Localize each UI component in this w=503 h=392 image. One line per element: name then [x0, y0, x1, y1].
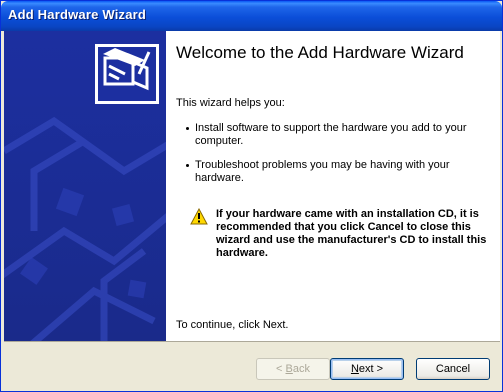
next-button-rest: ext >: [358, 363, 384, 375]
continue-text: To continue, click Next.: [176, 319, 289, 331]
button-bar: < Back Next > Cancel: [4, 341, 500, 391]
side-panel: [4, 31, 166, 341]
list-item: Troubleshoot problems you may be having …: [186, 159, 490, 185]
list-item: Install software to support the hardware…: [186, 122, 490, 148]
content-panel: Welcome to the Add Hardware Wizard This …: [166, 31, 500, 341]
back-button-key: B: [285, 363, 293, 375]
cancel-button-label: Cancel: [435, 363, 471, 375]
bullet-text: Install software to support the hardware…: [195, 122, 467, 147]
wizard-window: Add Hardware Wizard Welcome to the Add H…: [0, 0, 503, 392]
back-button-rest: ack: [292, 363, 310, 375]
intro-text: This wizard helps you:: [176, 97, 285, 109]
next-button[interactable]: Next >: [330, 358, 404, 380]
back-button[interactable]: < Back: [256, 358, 330, 380]
bullet-text: Troubleshoot problems you may be having …: [195, 159, 450, 184]
title-bar[interactable]: Add Hardware Wizard: [1, 1, 502, 31]
cancel-button[interactable]: Cancel: [416, 358, 490, 380]
back-button-prefix: <: [276, 363, 286, 375]
warning-icon: [190, 207, 208, 230]
window-title: Add Hardware Wizard: [8, 7, 147, 22]
bullet-icon: [186, 127, 189, 130]
next-button-key: N: [350, 363, 359, 375]
warning-text: If your hardware came with an installati…: [216, 208, 487, 259]
bullet-icon: [186, 164, 189, 167]
hardware-wizard-icon: [95, 44, 159, 104]
page-heading: Welcome to the Add Hardware Wizard: [176, 43, 464, 62]
bullet-list: Install software to support the hardware…: [186, 122, 490, 196]
